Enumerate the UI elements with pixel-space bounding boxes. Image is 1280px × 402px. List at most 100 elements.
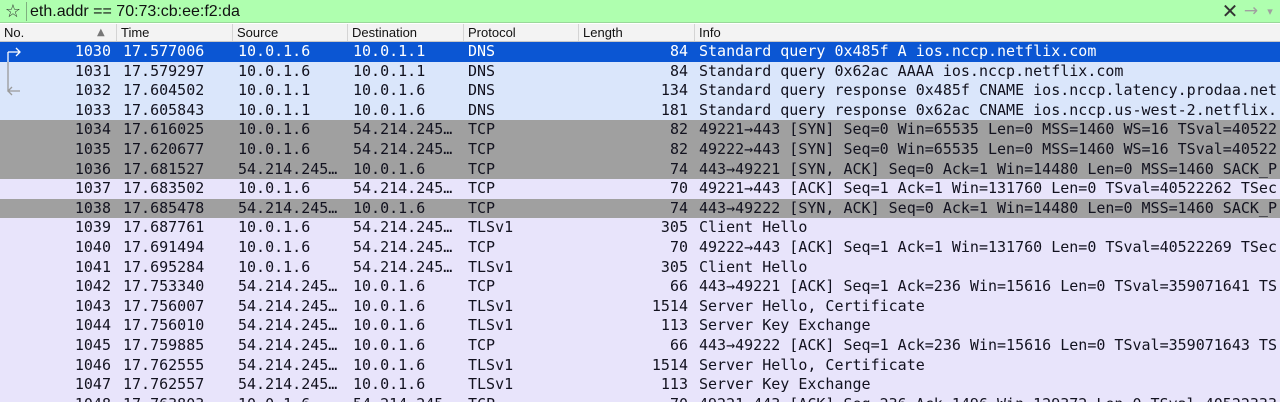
packet-row[interactable]: 1039 17.687761 10.0.1.6 54.214.245… TLSv1 305… — [0, 218, 1280, 238]
packet-list[interactable]: 1030 17.577006 10.0.1.6 10.0.1.1 DNS 84 Standa… — [0, 42, 1280, 402]
packet-destination: 10.0.1.6 — [353, 375, 426, 394]
packet-destination: 10.0.1.6 — [353, 198, 426, 217]
packet-source: 10.0.1.6 — [238, 238, 311, 256]
packet-time: 17.695284 — [123, 257, 205, 276]
column-header-info[interactable]: Info — [694, 24, 1280, 41]
column-header-protocol[interactable]: Protocol — [463, 24, 579, 41]
packet-length: 82 — [669, 120, 688, 139]
packet-row[interactable]: 1037 17.683502 10.0.1.6 54.214.245… TCP 70 492… — [0, 179, 1280, 199]
column-header-time[interactable]: Time — [116, 24, 232, 41]
packet-time: 17.762555 — [123, 355, 205, 374]
packet-length: 305 — [660, 257, 688, 276]
packet-time: 17.577006 — [123, 42, 205, 60]
packet-row[interactable]: 1040 17.691494 10.0.1.6 54.214.245… TCP 70 492… — [0, 238, 1280, 258]
display-filter-input[interactable]: eth.addr == 70:73:cb:ee:f2:da — [30, 0, 240, 23]
packet-protocol: TCP — [468, 336, 496, 354]
packet-length: 84 — [669, 42, 688, 60]
packet-source: 54.214.245… — [238, 316, 338, 335]
packet-row[interactable]: 1033 17.605843 10.0.1.1 10.0.1.6 DNS 181 Stand… — [0, 100, 1280, 121]
column-header-destination[interactable]: Destination — [347, 24, 463, 41]
sort-ascending-icon: ▲ — [97, 27, 105, 38]
packet-row[interactable]: 1031 17.579297 10.0.1.6 10.0.1.1 DNS 84 Standa… — [0, 61, 1280, 82]
packet-list-header: No. ▲ Time Source Destination Protocol L… — [0, 24, 1280, 42]
related-line-icon — [7, 61, 9, 82]
packet-info: Server Hello, Certificate — [699, 296, 925, 315]
packet-number: 1043 — [74, 296, 111, 315]
filter-bar-divider — [26, 2, 27, 21]
filter-bookmark-button[interactable]: ☆ — [2, 1, 24, 22]
column-header-no[interactable]: No. ▲ — [0, 24, 116, 41]
packet-destination: 54.214.245… — [353, 395, 461, 402]
packet-source: 54.214.245… — [238, 277, 338, 296]
packet-source: 10.0.1.1 — [238, 81, 311, 100]
packet-number: 1044 — [74, 316, 111, 335]
packet-time: 17.753340 — [123, 277, 205, 296]
packet-number: 1039 — [74, 218, 111, 237]
packet-source: 10.0.1.6 — [238, 61, 311, 80]
packet-time: 17.759885 — [123, 336, 205, 354]
packet-number: 1037 — [74, 179, 111, 198]
packet-length: 66 — [669, 277, 688, 296]
column-header-source[interactable]: Source — [232, 24, 348, 41]
packet-row[interactable]: 1041 17.695284 10.0.1.6 54.214.245… TLSv1 305… — [0, 257, 1280, 278]
arrow-right-icon: → — [1243, 1, 1259, 21]
packet-number: 1033 — [74, 100, 111, 119]
packet-row[interactable]: 1042 17.753340 54.214.245… 10.0.1.6 TCP 66 443… — [0, 277, 1280, 297]
packet-row[interactable]: 1032 17.604502 10.0.1.1 10.0.1.6 DNS 134 Stand… — [0, 81, 1280, 101]
packet-protocol: TLSv1 — [468, 375, 514, 394]
packet-length: 70 — [669, 238, 688, 256]
packet-row[interactable]: 1035 17.620677 10.0.1.6 54.214.245… TCP 82 492… — [0, 140, 1280, 160]
packet-time: 17.691494 — [123, 238, 205, 256]
apply-filter-button[interactable]: → — [1241, 0, 1261, 23]
packet-row-selected[interactable]: 1030 17.577006 10.0.1.6 10.0.1.1 DNS 84 Standa… — [0, 42, 1280, 62]
packet-length: 181 — [660, 100, 688, 119]
packet-destination: 10.0.1.6 — [353, 316, 426, 335]
packet-protocol: TLSv1 — [468, 316, 514, 335]
packet-info: 49222→443 [SYN] Seq=0 Win=65535 Len=0 MS… — [699, 140, 1277, 158]
packet-destination: 10.0.1.6 — [353, 277, 426, 296]
packet-info: Client Hello — [699, 218, 808, 237]
packet-row[interactable]: 1036 17.681527 54.214.245… 10.0.1.6 TCP 74 443… — [0, 159, 1280, 180]
packet-row[interactable]: 1048 17.763803 10.0.1.6 54.214.245… TCP 70 492… — [0, 394, 1280, 402]
packet-source: 54.214.245… — [238, 198, 338, 217]
packet-time: 17.579297 — [123, 61, 205, 80]
clear-filter-button[interactable]: ✕ — [1219, 0, 1241, 23]
packet-length: 134 — [660, 81, 688, 100]
packet-info: 49221→443 [ACK] Seq=236 Ack=1496 Win=129… — [699, 395, 1277, 402]
packet-info: 443→49222 [SYN, ACK] Seq=0 Ack=1 Win=144… — [699, 198, 1277, 217]
packet-info: Standard query response 0x485f CNAME ios… — [699, 81, 1277, 100]
packet-source: 54.214.245… — [238, 159, 338, 178]
packet-row[interactable]: 1047 17.762557 54.214.245… 10.0.1.6 TLSv1 113… — [0, 375, 1280, 395]
packet-time: 17.685478 — [123, 198, 205, 217]
packet-destination: 54.214.245… — [353, 218, 453, 237]
packet-info: 49221→443 [ACK] Seq=1 Ack=1 Win=131760 L… — [699, 179, 1277, 198]
packet-protocol: TLSv1 — [468, 355, 514, 374]
response-arrow-icon — [7, 81, 20, 96]
packet-row[interactable]: 1044 17.756010 54.214.245… 10.0.1.6 TLSv1 113… — [0, 316, 1280, 336]
packet-info: Standard query response 0x62ac CNAME ios… — [699, 100, 1277, 119]
packet-protocol: TCP — [468, 395, 576, 402]
display-filter-bar: ☆ eth.addr == 70:73:cb:ee:f2:da ✕ → ▾ — [0, 0, 1280, 23]
x-icon: ✕ — [1221, 0, 1239, 23]
column-header-length[interactable]: Length — [578, 24, 694, 41]
filter-history-dropdown[interactable]: ▾ — [1262, 0, 1278, 23]
packet-row[interactable]: 1045 17.759885 54.214.245… 10.0.1.6 TCP 66 443… — [0, 336, 1280, 356]
packet-number: 1040 — [74, 238, 111, 256]
packet-info: 49222→443 [ACK] Seq=1 Ack=1 Win=131760 L… — [699, 238, 1277, 256]
packet-time: 17.604502 — [123, 81, 205, 100]
packet-info: Standard query 0x485f A ios.nccp.netflix… — [699, 42, 1097, 60]
packet-row[interactable]: 1038 17.685478 54.214.245… 10.0.1.6 TCP 74 443… — [0, 198, 1280, 219]
packet-protocol: TCP — [468, 120, 496, 139]
chevron-down-icon: ▾ — [1267, 5, 1273, 18]
packet-time: 17.756007 — [123, 296, 205, 315]
packet-number: 1036 — [74, 159, 111, 178]
packet-row[interactable]: 1043 17.756007 54.214.245… 10.0.1.6 TLSv1 151… — [0, 296, 1280, 317]
packet-destination: 54.214.245… — [353, 120, 453, 139]
packet-length: 74 — [669, 159, 688, 178]
packet-row[interactable]: 1046 17.762555 54.214.245… 10.0.1.6 TLSv1 151… — [0, 355, 1280, 376]
packet-row[interactable]: 1034 17.616025 10.0.1.6 54.214.245… TCP 82 492… — [0, 120, 1280, 140]
column-header-no-label: No. — [4, 25, 25, 40]
packet-source: 10.0.1.6 — [238, 257, 311, 276]
packet-source: 54.214.245… — [238, 296, 338, 315]
packet-number: 1048 — [0, 395, 111, 402]
